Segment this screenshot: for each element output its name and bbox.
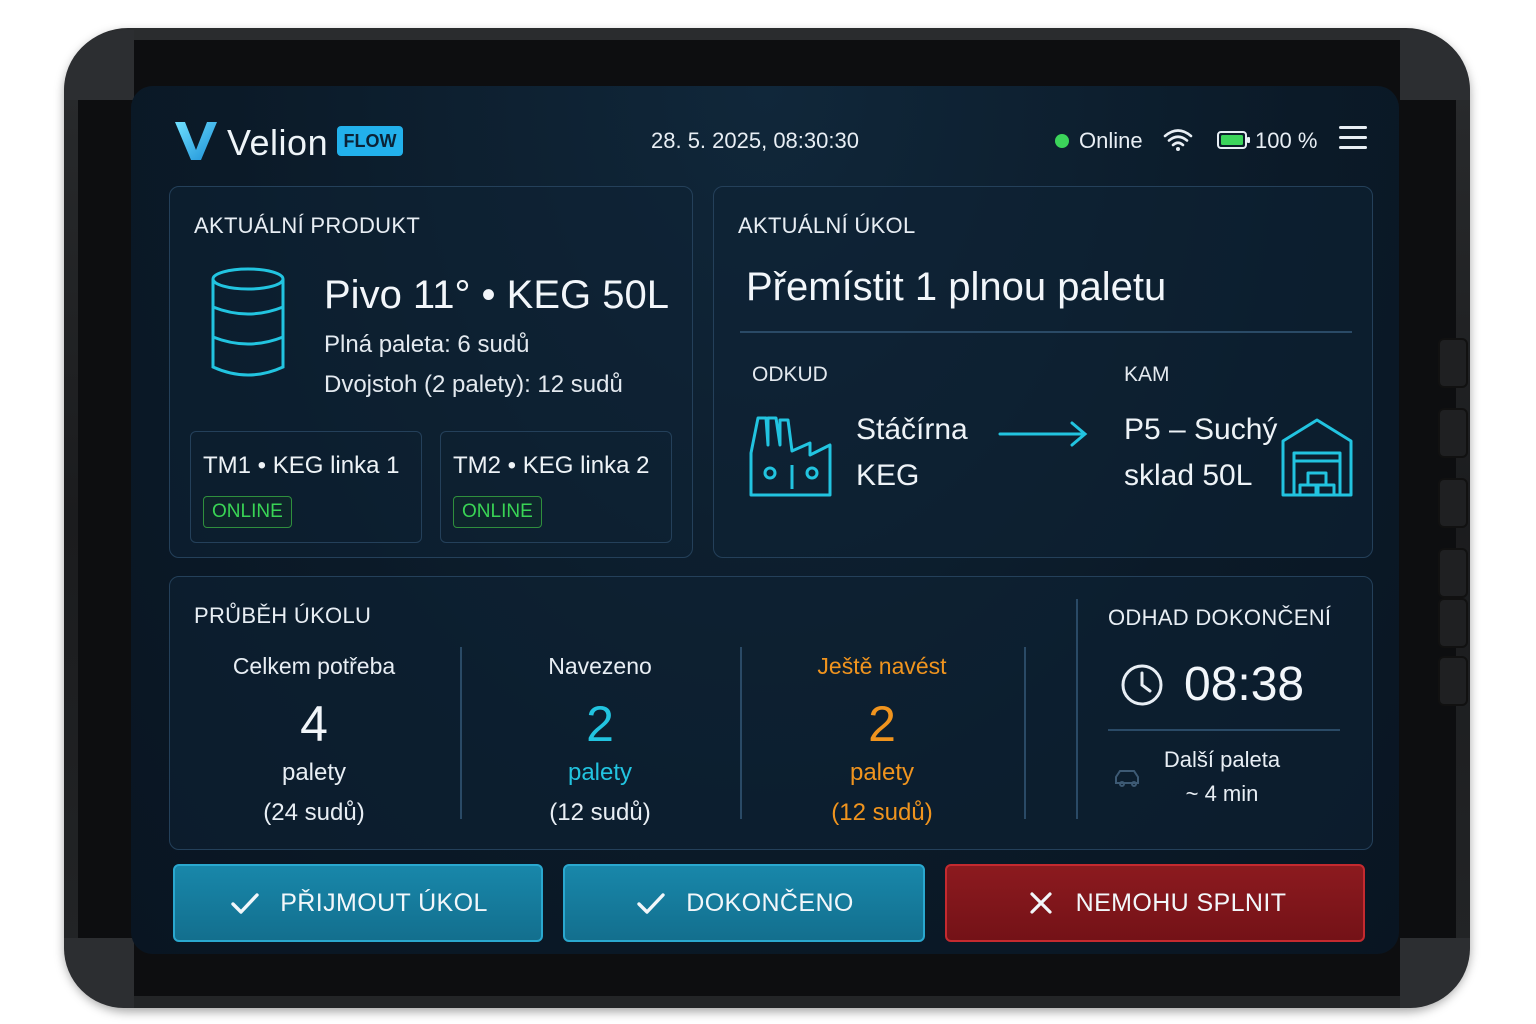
done-button[interactable]: DOKONČENO [563,864,925,942]
to-label: KAM [1124,363,1170,386]
stat-label: Celkem potřeba [232,653,396,679]
velion-logo-icon [175,122,217,160]
estimate-title: ODHAD DOKONČENÍ [1108,605,1332,630]
panel-title: AKTUÁLNÍ ÚKOL [738,213,916,238]
panel-title: AKTUÁLNÍ PRODUKT [194,213,421,238]
product-name: Pivo 11° • KEG 50L [324,273,669,317]
current-task-panel: AKTUÁLNÍ ÚKOL Přemístit 1 plnou paletu O… [713,186,1373,558]
divider [1076,599,1078,819]
accept-task-button[interactable]: PŘIJMOUT ÚKOL [173,864,543,942]
bumper-corner [1400,938,1470,1008]
stat-value: 2 [868,696,896,752]
pallet-info: Plná paleta: 6 sudů [324,331,530,358]
keg-icon [211,267,285,377]
button-label: DOKONČENO [686,888,854,917]
stat-unit: palety [849,759,915,786]
from-label: ODKUD [752,363,828,386]
status-badge: ONLINE [453,496,542,528]
factory-icon [749,416,832,497]
current-product-panel: AKTUÁLNÍ PRODUKT Pivo 11° • KEG 50L Plná… [169,186,693,558]
stat-unit: palety [567,759,633,786]
machine-card-tm1: TM1 • KEG linka 1 ONLINE [190,431,422,543]
wifi-icon [1163,129,1193,151]
stat-kegs: (24 sudů) [263,799,365,826]
hardware-button[interactable] [1438,408,1468,458]
button-label: PŘIJMOUT ÚKOL [280,888,488,917]
from-location-line1: Stáčírna [856,413,968,446]
bumper-corner [64,30,134,100]
next-pallet-label: Další paleta [1163,747,1281,772]
brand-name: Velion [227,122,329,163]
screen: Velion FLOW 28. 5. 2025, 08:30:30 Online… [131,86,1399,954]
check-icon [637,893,665,914]
battery-level: 100 % [1255,128,1318,153]
hardware-button[interactable] [1438,598,1468,648]
warehouse-icon [1281,418,1353,497]
stat-value: 2 [586,696,614,752]
datetime: 28. 5. 2025, 08:30:30 [651,128,859,153]
online-dot-icon [1055,134,1069,148]
to-location-line1: P5 – Suchý [1124,413,1278,446]
clock-icon [1121,664,1163,706]
divider [460,647,462,819]
machine-name: TM2 • KEG linka 2 [453,452,650,479]
machine-card-tm2: TM2 • KEG linka 2 ONLINE [440,431,672,543]
hardware-button[interactable] [1438,656,1468,706]
stat-kegs: (12 sudů) [549,799,651,826]
check-icon [231,893,259,914]
stat-kegs: (12 sudů) [831,799,933,826]
hardware-button[interactable] [1438,548,1468,598]
hardware-button[interactable] [1438,478,1468,528]
close-icon [1030,892,1052,914]
stat-label: Navezeno [548,653,652,679]
divider [1024,647,1026,819]
panel-title: PRŮBĚH ÚKOLU [194,603,372,628]
hardware-button[interactable] [1438,338,1468,388]
divider [1108,729,1340,731]
machine-name: TM1 • KEG linka 1 [203,452,400,479]
divider [740,647,742,819]
cannot-complete-button[interactable]: NEMOHU SPLNIT [945,864,1365,942]
task-progress-panel: PRŮBĚH ÚKOLU Celkem potřeba 4 palety (24… [169,576,1373,850]
estimate-time: 08:38 [1184,658,1305,711]
battery-icon [1217,131,1250,149]
next-pallet-time: ~ 4 min [1185,781,1259,806]
status-badge: ONLINE [203,496,292,528]
to-location-line2: sklad 50L [1124,459,1253,492]
bumper-corner [1400,30,1470,100]
task-headline: Přemístit 1 plnou paletu [746,265,1167,309]
bumper-corner [64,938,134,1008]
stat-label: Ještě navést [817,653,947,679]
menu-icon[interactable] [1339,126,1367,152]
stat-value: 4 [300,696,328,752]
divider [740,331,1352,333]
button-label: NEMOHU SPLNIT [1075,888,1287,917]
flow-badge: FLOW [337,126,403,156]
from-location-line2: KEG [856,459,920,492]
arrow-right-icon [998,421,1088,447]
connection-status: Online [1079,128,1143,153]
double-stack-info: Dvojstoh (2 palety): 12 sudů [324,371,623,398]
stat-unit: palety [281,759,347,786]
